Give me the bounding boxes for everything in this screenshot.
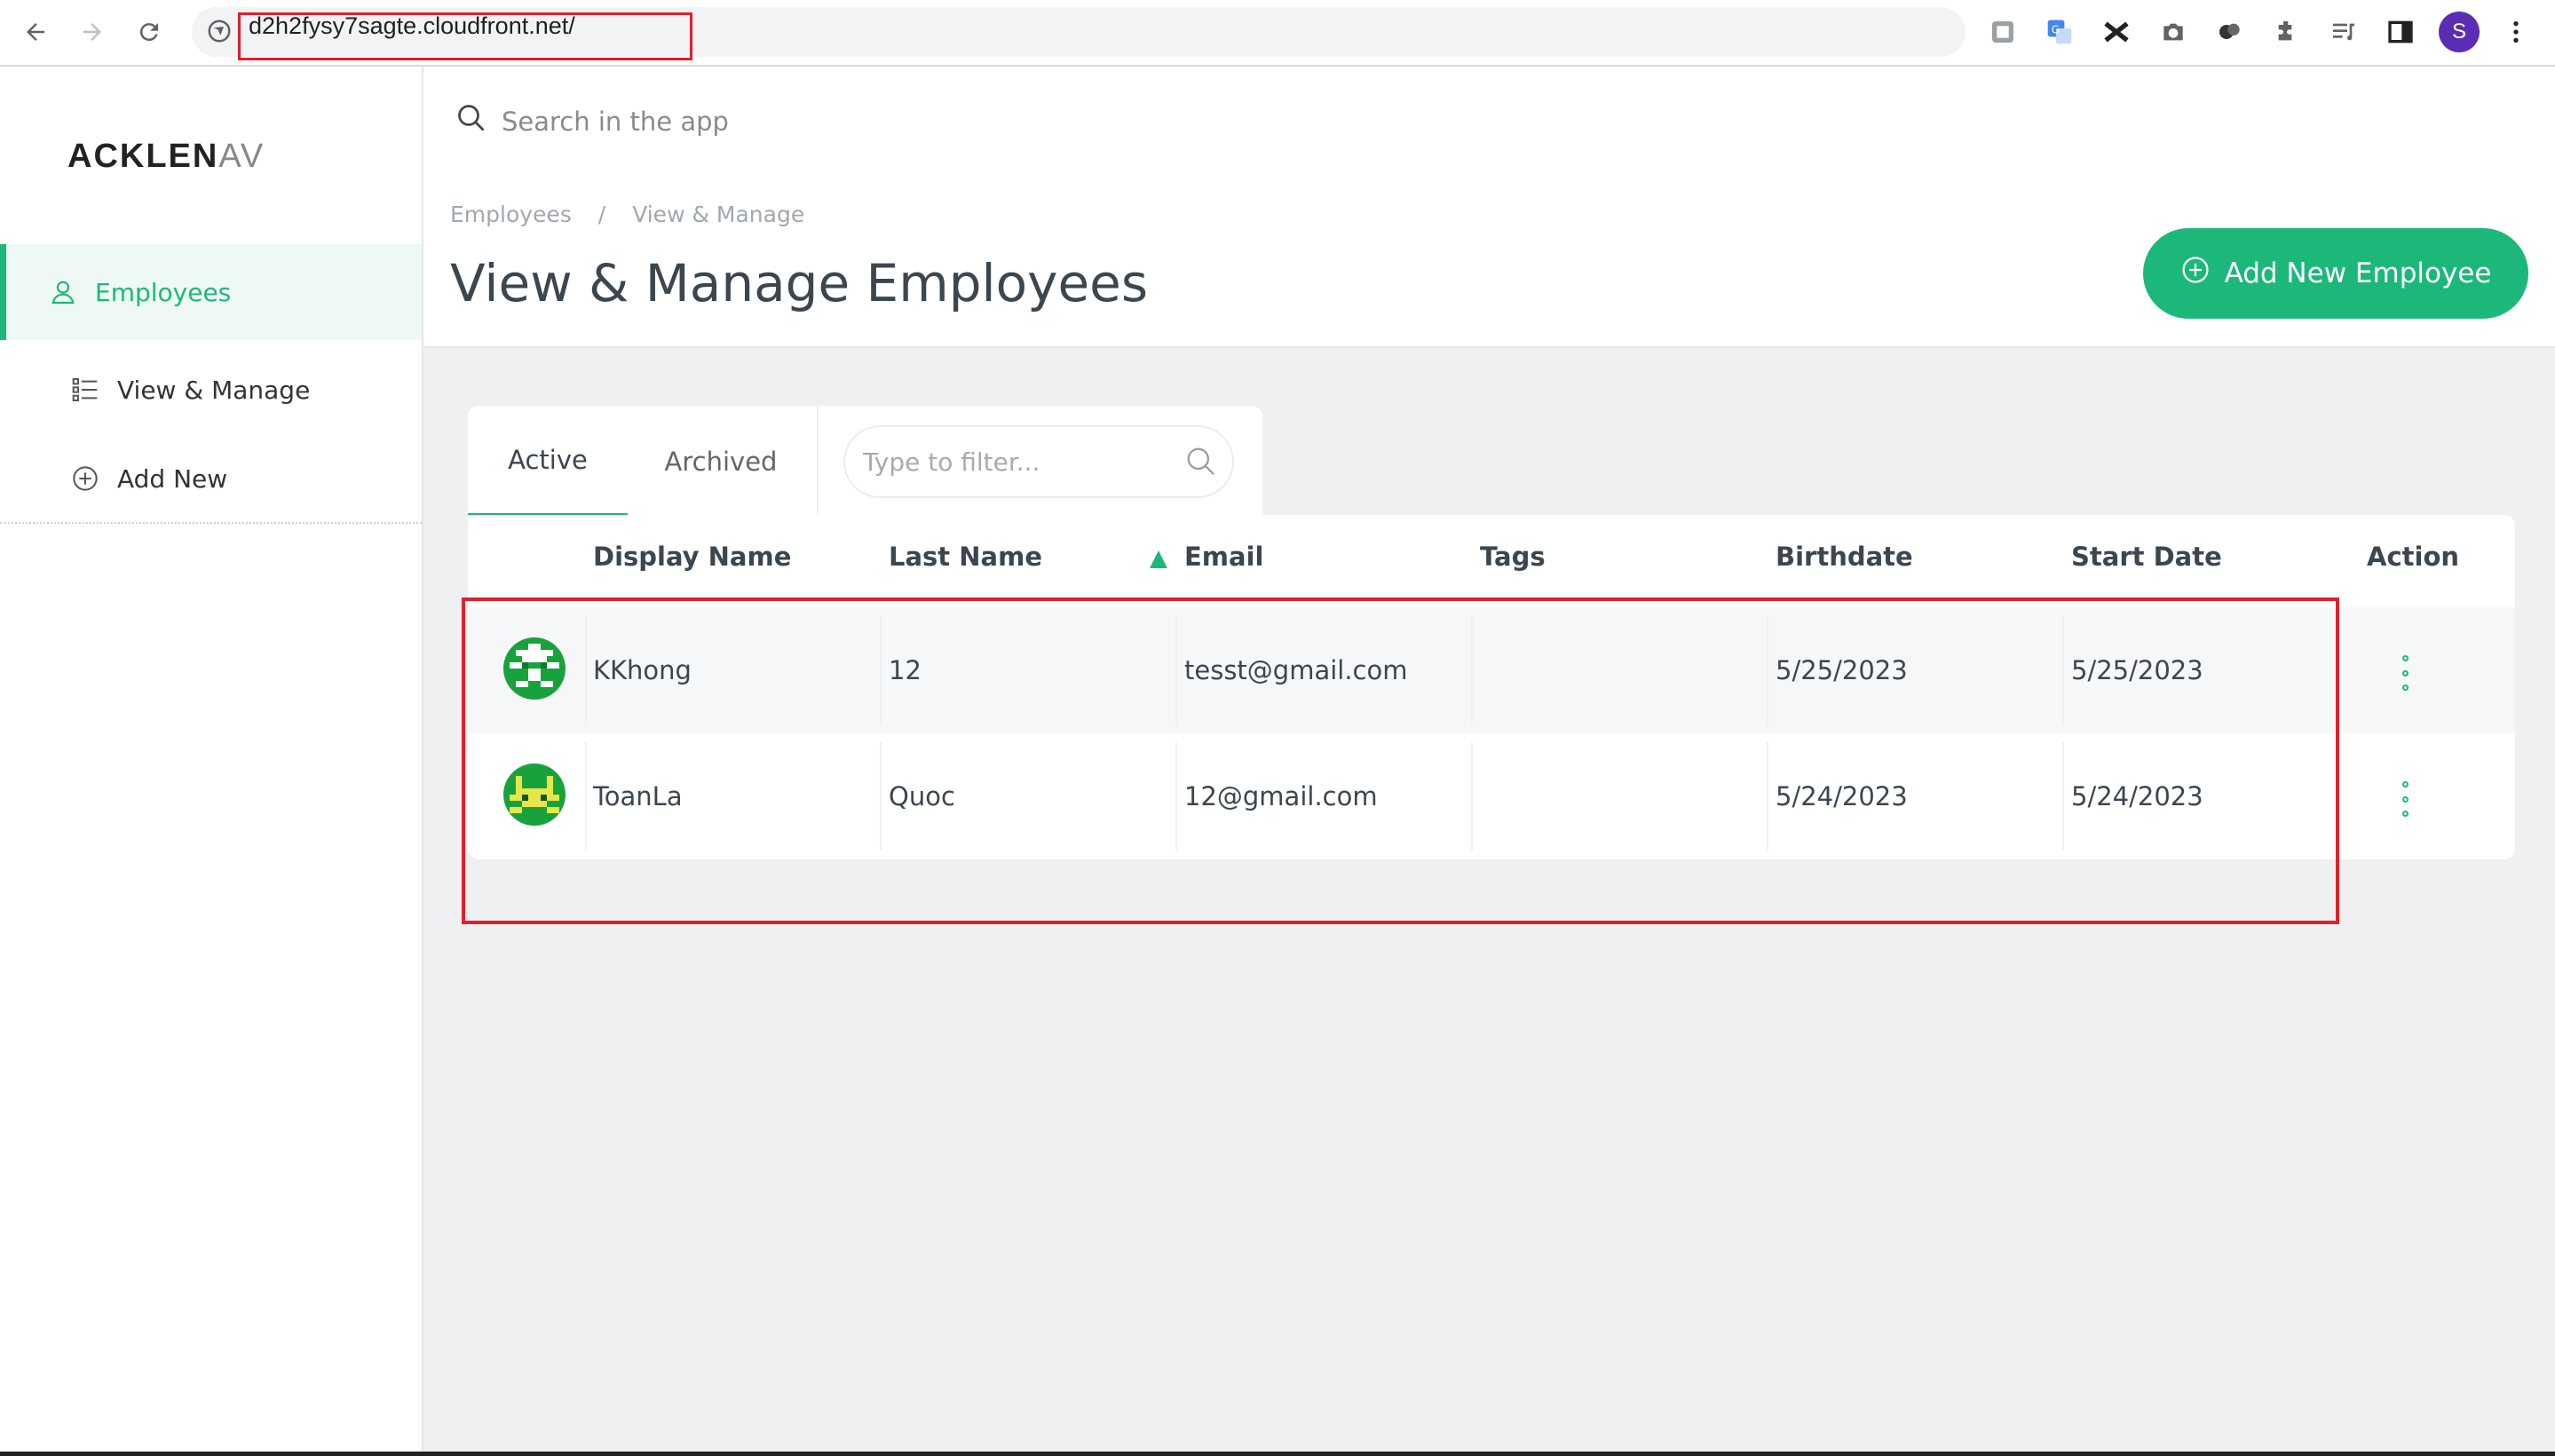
site-info-icon[interactable]: [206, 18, 233, 48]
rows-highlight-box: [462, 597, 2339, 924]
extension-3-icon[interactable]: [2099, 14, 2134, 50]
svg-text:G: G: [2052, 23, 2060, 36]
tab-active[interactable]: Active: [468, 406, 628, 517]
browser-toolbar: d2h2fysy7sagte.cloudfront.net/ G S: [0, 0, 2555, 67]
sidebar-item-employees[interactable]: Employees: [0, 244, 422, 340]
page-header: Employees / View & Manage View & Manage …: [423, 182, 2555, 348]
col-email[interactable]: Email: [1184, 542, 1263, 572]
browser-menu-icon[interactable]: [2498, 14, 2534, 50]
list-icon: [67, 372, 103, 408]
tab-archived[interactable]: Archived: [641, 406, 801, 517]
breadcrumb-view-manage[interactable]: View & Manage: [632, 202, 804, 227]
filter-input[interactable]: [861, 443, 1184, 480]
sidebar-item-label: View & Manage: [117, 375, 311, 405]
url-highlight-box: [238, 12, 692, 60]
col-display-name[interactable]: Display Name: [593, 542, 791, 572]
camera-icon[interactable]: [2156, 14, 2191, 50]
sidebar-divider: [0, 522, 422, 524]
side-panel-icon[interactable]: [2383, 14, 2418, 50]
add-button-label: Add New Employee: [2224, 257, 2492, 289]
media-control-icon[interactable]: [2326, 14, 2361, 50]
sidebar-item-view-manage[interactable]: View & Manage: [0, 342, 422, 438]
profile-avatar[interactable]: S: [2439, 12, 2480, 52]
bottom-edge: [0, 1452, 2555, 1456]
arrow-right-icon: [83, 23, 101, 41]
extension-5-icon[interactable]: [2212, 14, 2248, 50]
col-action: Action: [2367, 542, 2460, 572]
app-search[interactable]: Search in the app: [455, 102, 729, 140]
search-icon[interactable]: [1184, 445, 1218, 482]
logo-text-fade: AV: [218, 138, 265, 175]
search-icon: [455, 102, 487, 140]
col-birthdate[interactable]: Birthdate: [1776, 542, 1913, 572]
sidebar-item-label: Employees: [95, 277, 232, 307]
plus-circle-icon: [67, 461, 103, 496]
sidebar-item-label: Add New: [117, 463, 228, 494]
extension-1-icon[interactable]: [1985, 14, 2021, 50]
breadcrumb-employees[interactable]: Employees: [450, 202, 572, 227]
col-start-date[interactable]: Start Date: [2071, 542, 2222, 572]
page-title: View & Manage Employees: [450, 253, 1149, 313]
breadcrumb: Employees / View & Manage: [450, 202, 824, 227]
google-translate-icon[interactable]: G: [2042, 14, 2077, 50]
sidebar-item-add-new[interactable]: Add New: [0, 431, 422, 526]
reload-icon: [139, 23, 158, 42]
col-tags[interactable]: Tags: [1480, 542, 1546, 572]
reload-button[interactable]: [130, 12, 169, 51]
logo-text-main: ACKLEN: [67, 138, 219, 175]
arrow-left-icon: [27, 23, 44, 41]
user-icon: [45, 274, 81, 310]
company-logo[interactable]: ACKLENAV: [67, 138, 265, 176]
extensions-puzzle-icon[interactable]: [2269, 14, 2305, 50]
breadcrumb-separator: /: [597, 202, 606, 227]
tab-divider: [817, 406, 819, 517]
col-last-name[interactable]: Last Name: [889, 542, 1042, 572]
back-button[interactable]: [16, 12, 55, 51]
plus-circle-icon: [2180, 255, 2211, 292]
tabs-bar: Active Archived: [468, 406, 1262, 517]
forward-button[interactable]: [73, 12, 112, 51]
sidebar: ACKLENAV Employees View & Manage Add New: [0, 67, 423, 1456]
row-actions-menu-icon[interactable]: [2396, 655, 2414, 691]
row-actions-menu-icon[interactable]: [2396, 781, 2414, 817]
filter-field[interactable]: [843, 425, 1234, 498]
sort-ascending-icon[interactable]: [1150, 550, 1167, 568]
table-header: Display Name Last Name Email Tags Birthd…: [468, 515, 2515, 607]
app-topbar: Search in the app: [423, 67, 2555, 182]
add-new-employee-button[interactable]: Add New Employee: [2143, 228, 2528, 319]
search-placeholder: Search in the app: [502, 106, 729, 137]
